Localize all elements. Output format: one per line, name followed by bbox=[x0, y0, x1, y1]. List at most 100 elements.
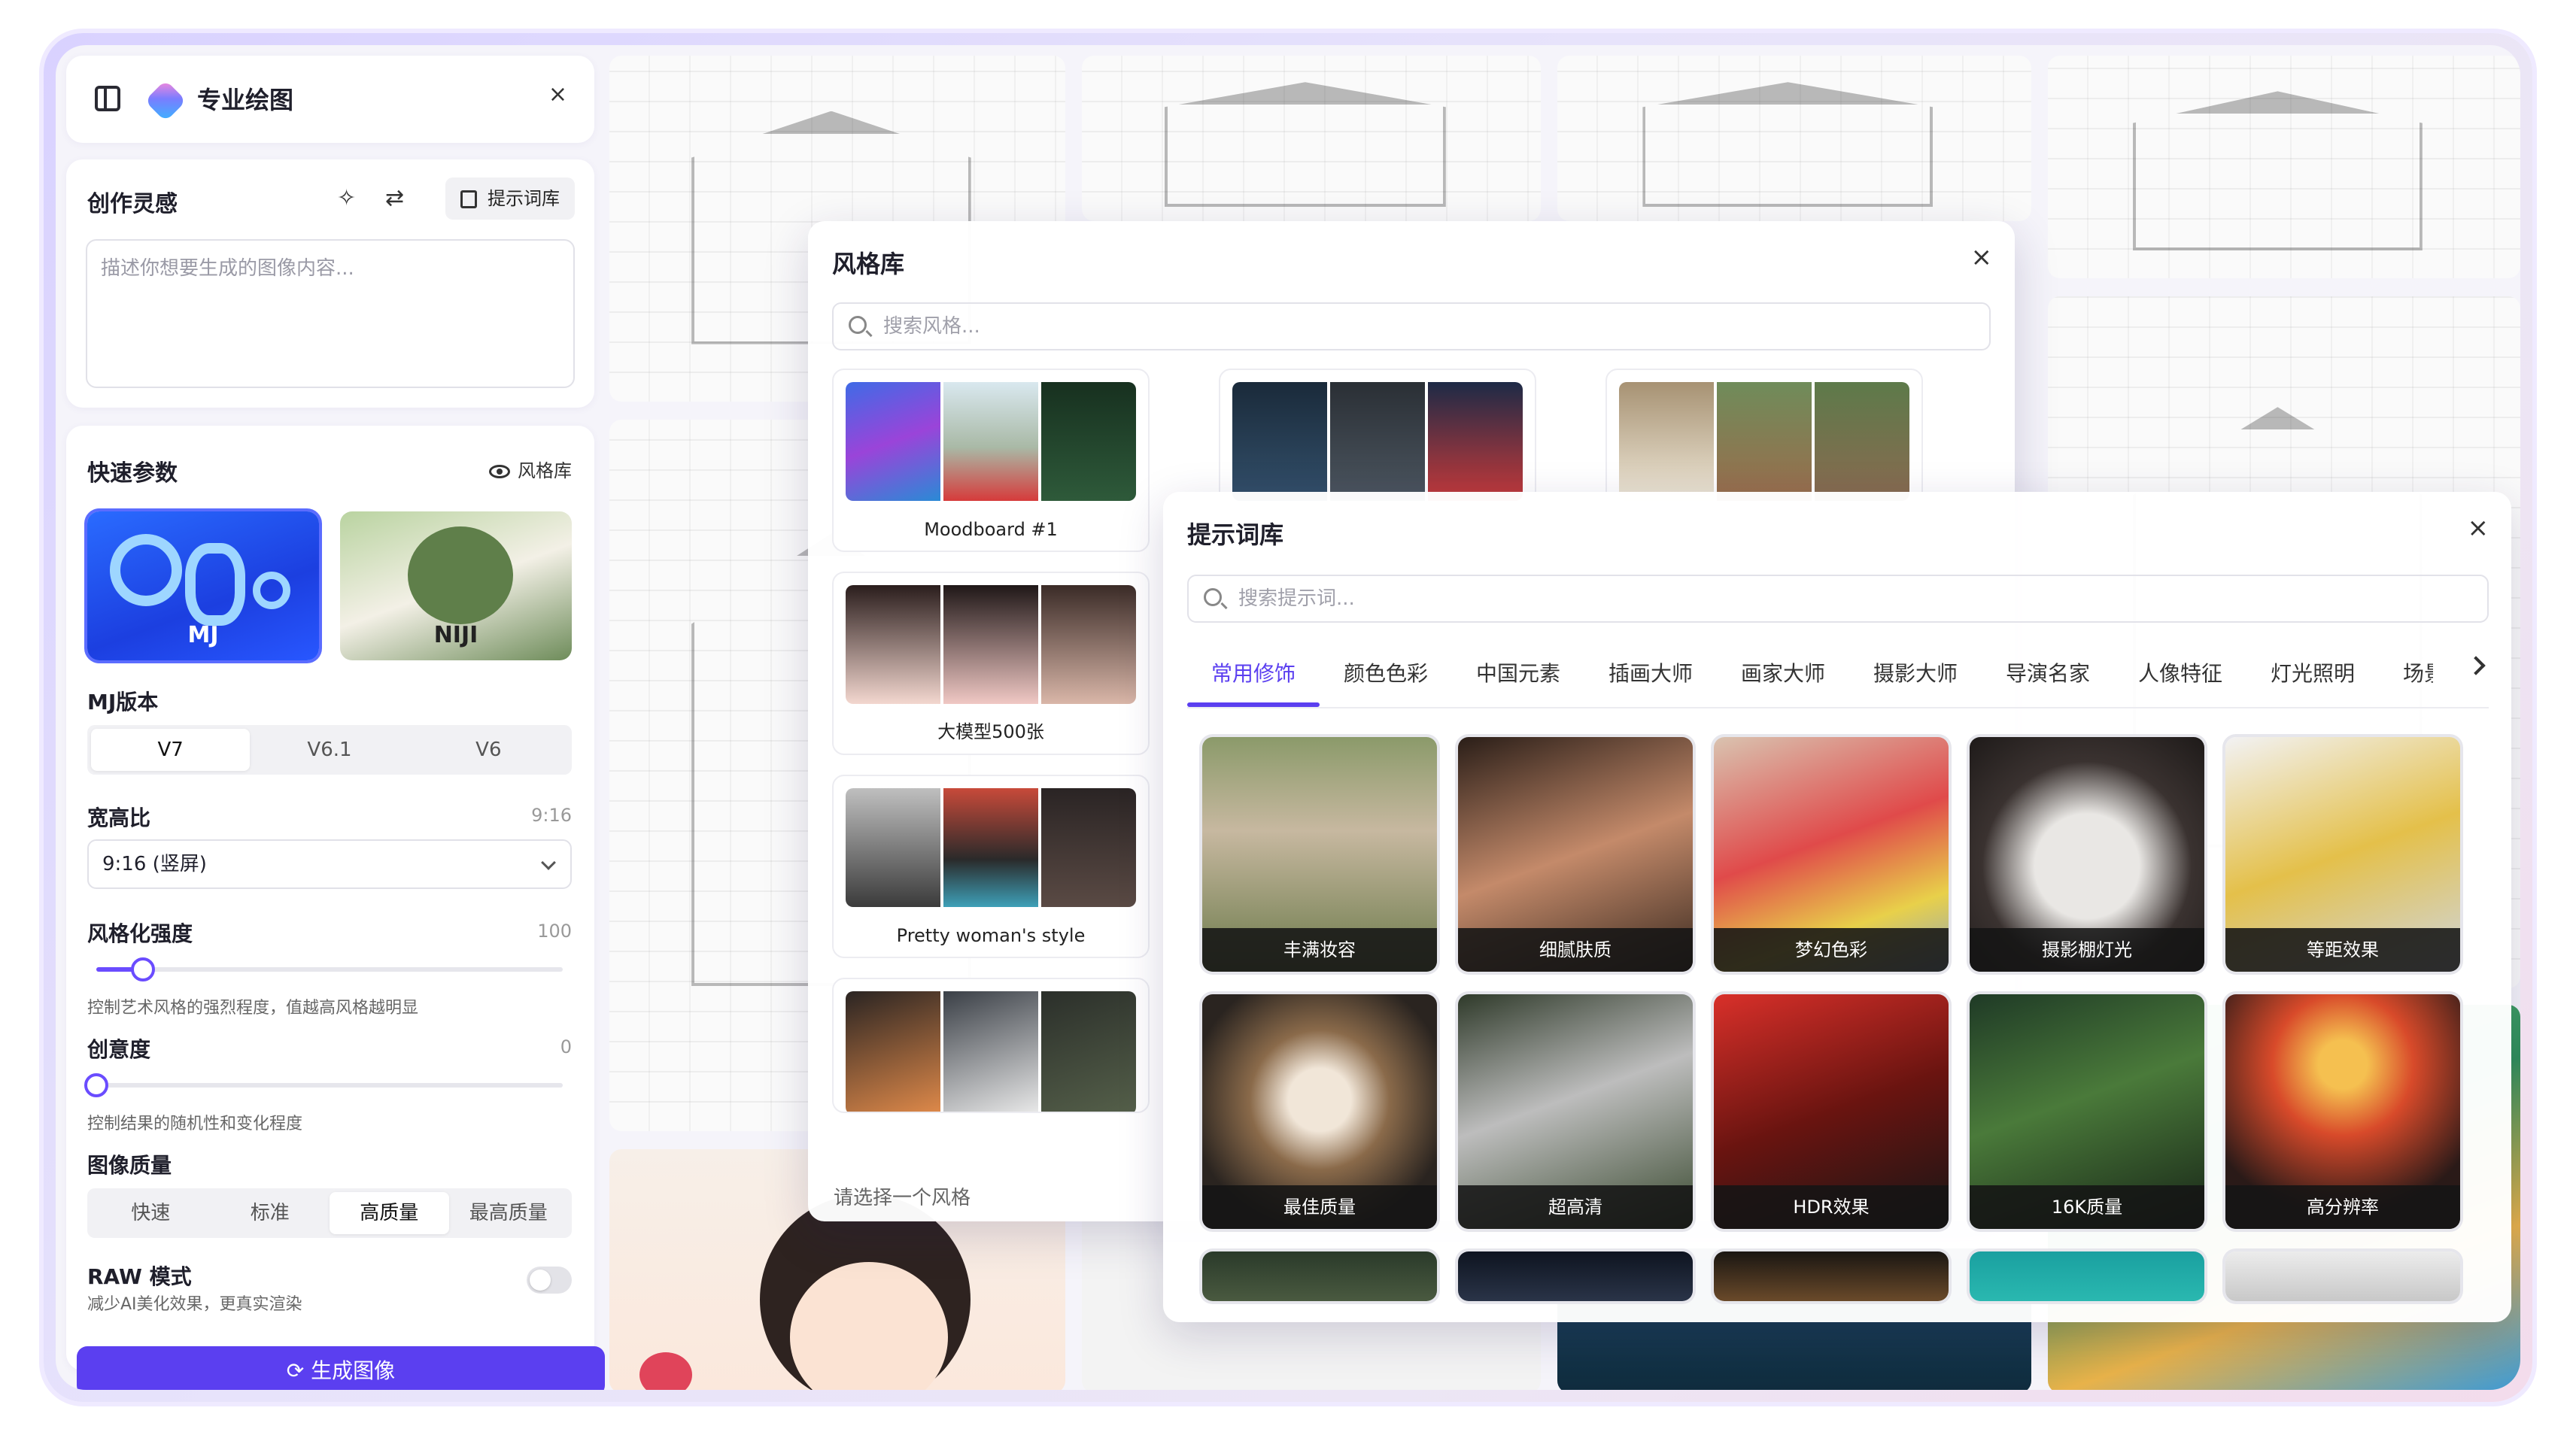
prompt-tile[interactable]: 丰满妆容 bbox=[1202, 737, 1437, 972]
tab-scene[interactable]: 场景 bbox=[2403, 657, 2433, 687]
orb-shape bbox=[253, 572, 290, 609]
version-option[interactable]: V6.1 bbox=[250, 729, 409, 771]
quality-option[interactable]: 最高质量 bbox=[449, 1192, 569, 1234]
style-search-placeholder: 搜索风格... bbox=[883, 315, 980, 338]
prompt-category-tabs: 常用修饰 颜色色彩 中国元素 插画大师 画家大师 摄影大师 导演名家 人像特征 … bbox=[1187, 639, 2489, 708]
prompt-tile-caption: 超高清 bbox=[1458, 1185, 1693, 1229]
tab-photographer[interactable]: 摄影大师 bbox=[1873, 657, 1958, 687]
prompt-tile-caption: 丰满妆容 bbox=[1202, 928, 1437, 972]
quality-option[interactable]: 快速 bbox=[91, 1192, 211, 1234]
inspiration-heading: 创作灵感 bbox=[87, 191, 178, 217]
prompt-search-placeholder: 搜索提示词... bbox=[1238, 587, 1355, 610]
quality-option[interactable]: 标准 bbox=[211, 1192, 330, 1234]
app-canvas: 专业绘图 × 创作灵感 ✧ ⇄ 提示词库 描述你想要生成的图像内容... 快速参… bbox=[56, 45, 2520, 1390]
style-card[interactable] bbox=[832, 978, 1150, 1113]
tab-painter[interactable]: 画家大师 bbox=[1741, 657, 1825, 687]
tab-illustrator[interactable]: 插画大师 bbox=[1608, 657, 1693, 687]
tab-lighting[interactable]: 灯光照明 bbox=[2271, 657, 2355, 687]
style-library-link-label: 风格库 bbox=[518, 460, 572, 481]
prompt-tile-caption: HDR效果 bbox=[1714, 1185, 1949, 1229]
prompt-tile[interactable]: HDR效果 bbox=[1714, 994, 1949, 1229]
mode-card-niji[interactable]: NIJI bbox=[340, 511, 572, 660]
stylize-label: 风格化强度 bbox=[87, 921, 193, 946]
gallery-image[interactable] bbox=[2048, 56, 2520, 278]
inspiration-card: 创作灵感 ✧ ⇄ 提示词库 描述你想要生成的图像内容... bbox=[66, 159, 594, 408]
tab-common[interactable]: 常用修饰 bbox=[1211, 657, 1296, 687]
chaos-hint: 控制结果的随机性和变化程度 bbox=[87, 1115, 303, 1133]
translate-icon[interactable]: ⇄ bbox=[385, 185, 404, 211]
style-card[interactable]: Moodboard #1 bbox=[832, 369, 1150, 552]
chevron-right-icon[interactable] bbox=[2466, 656, 2486, 675]
tree-shape bbox=[408, 526, 513, 624]
sidebar-header: 专业绘图 × bbox=[66, 56, 594, 143]
mode-card-mj[interactable]: MJ bbox=[87, 511, 319, 660]
prompt-tile[interactable]: 等距效果 bbox=[2225, 737, 2460, 972]
aspect-label: 宽高比 bbox=[87, 805, 151, 830]
chaos-slider[interactable] bbox=[84, 1073, 563, 1097]
close-icon[interactable]: × bbox=[1971, 242, 1993, 272]
tab-portrait[interactable]: 人像特征 bbox=[2138, 657, 2222, 687]
sparkle-icon[interactable]: ✧ bbox=[337, 185, 356, 211]
quality-option[interactable]: 高质量 bbox=[330, 1192, 449, 1234]
prompt-tile[interactable]: 16K质量 bbox=[1970, 994, 2204, 1229]
mode-label: MJ bbox=[187, 622, 219, 648]
sidebar-toggle-icon[interactable] bbox=[95, 86, 120, 111]
prompt-tile[interactable] bbox=[1458, 1251, 1693, 1301]
raw-label: RAW 模式 bbox=[87, 1264, 192, 1289]
prompt-placeholder: 描述你想要生成的图像内容... bbox=[101, 257, 354, 280]
quick-params-card: 快速参数 风格库 MJ NIJI MJ版本 V7 V6.1 V6 宽高比 9:1 bbox=[66, 426, 594, 1370]
generate-button[interactable]: ⟳ 生成图像 bbox=[77, 1346, 605, 1390]
prompt-library-button[interactable]: 提示词库 bbox=[445, 177, 575, 220]
gallery-image[interactable] bbox=[1082, 56, 1541, 221]
slider-handle[interactable] bbox=[84, 1073, 108, 1097]
prompt-tile-caption: 细腻肤质 bbox=[1458, 928, 1693, 972]
book-icon bbox=[460, 190, 477, 208]
chevron-down-icon bbox=[541, 855, 556, 870]
generate-button-label: 生成图像 bbox=[311, 1358, 396, 1383]
quality-segmented: 快速 标准 高质量 最高质量 bbox=[87, 1188, 572, 1238]
chaos-value: 0 bbox=[560, 1036, 572, 1057]
mode-label: NIJI bbox=[433, 622, 478, 648]
search-icon bbox=[849, 316, 867, 334]
prompt-tile[interactable]: 高分辨率 bbox=[2225, 994, 2460, 1229]
fruit-shape bbox=[639, 1352, 692, 1390]
raw-hint: 减少AI美化效果，更真实渲染 bbox=[87, 1295, 302, 1314]
style-modal-footer: 请选择一个风格 bbox=[834, 1187, 971, 1209]
stylize-slider[interactable] bbox=[96, 957, 563, 981]
tab-color[interactable]: 颜色色彩 bbox=[1344, 657, 1428, 687]
tab-chinese[interactable]: 中国元素 bbox=[1476, 657, 1560, 687]
raw-toggle[interactable] bbox=[527, 1267, 572, 1294]
style-card[interactable]: Pretty woman's style bbox=[832, 775, 1150, 958]
prompt-tile[interactable]: 梦幻色彩 bbox=[1714, 737, 1949, 972]
tab-director[interactable]: 导演名家 bbox=[2006, 657, 2090, 687]
quality-label: 图像质量 bbox=[87, 1153, 172, 1178]
version-segmented: V7 V6.1 V6 bbox=[87, 725, 572, 775]
gallery-image[interactable] bbox=[1557, 56, 2031, 221]
style-card[interactable]: 大模型500张 bbox=[832, 572, 1150, 755]
version-option[interactable]: V7 bbox=[91, 729, 251, 771]
orb-shape bbox=[110, 534, 182, 606]
prompt-tile[interactable]: 摄影棚灯光 bbox=[1970, 737, 2204, 972]
active-tab-indicator bbox=[1187, 702, 1320, 707]
prompt-tile[interactable] bbox=[2225, 1251, 2460, 1301]
prompt-tile[interactable]: 超高清 bbox=[1458, 994, 1693, 1229]
prompt-tile[interactable]: 最佳质量 bbox=[1202, 994, 1437, 1229]
aspect-select[interactable]: 9:16 (竖屏) bbox=[87, 839, 572, 889]
prompt-tile[interactable] bbox=[1970, 1251, 2204, 1301]
slider-handle[interactable] bbox=[131, 957, 155, 981]
style-card-caption: Moodboard #1 bbox=[924, 519, 1058, 540]
close-icon[interactable]: × bbox=[2468, 513, 2489, 543]
style-search-input[interactable]: 搜索风格... bbox=[832, 302, 1991, 350]
prompt-tile[interactable] bbox=[1714, 1251, 1949, 1301]
stylize-value: 100 bbox=[537, 921, 572, 942]
close-icon[interactable]: × bbox=[548, 81, 567, 108]
style-library-link[interactable]: 风格库 bbox=[489, 456, 572, 482]
prompt-textarea[interactable]: 描述你想要生成的图像内容... bbox=[86, 239, 575, 388]
style-card-caption: 大模型500张 bbox=[937, 721, 1044, 742]
version-option[interactable]: V6 bbox=[409, 729, 568, 771]
app-logo-icon bbox=[144, 80, 187, 122]
prompt-tile[interactable]: 细腻肤质 bbox=[1458, 737, 1693, 972]
chaos-label: 创意度 bbox=[87, 1037, 151, 1062]
prompt-search-input[interactable]: 搜索提示词... bbox=[1187, 575, 2489, 623]
prompt-tile[interactable] bbox=[1202, 1251, 1437, 1301]
